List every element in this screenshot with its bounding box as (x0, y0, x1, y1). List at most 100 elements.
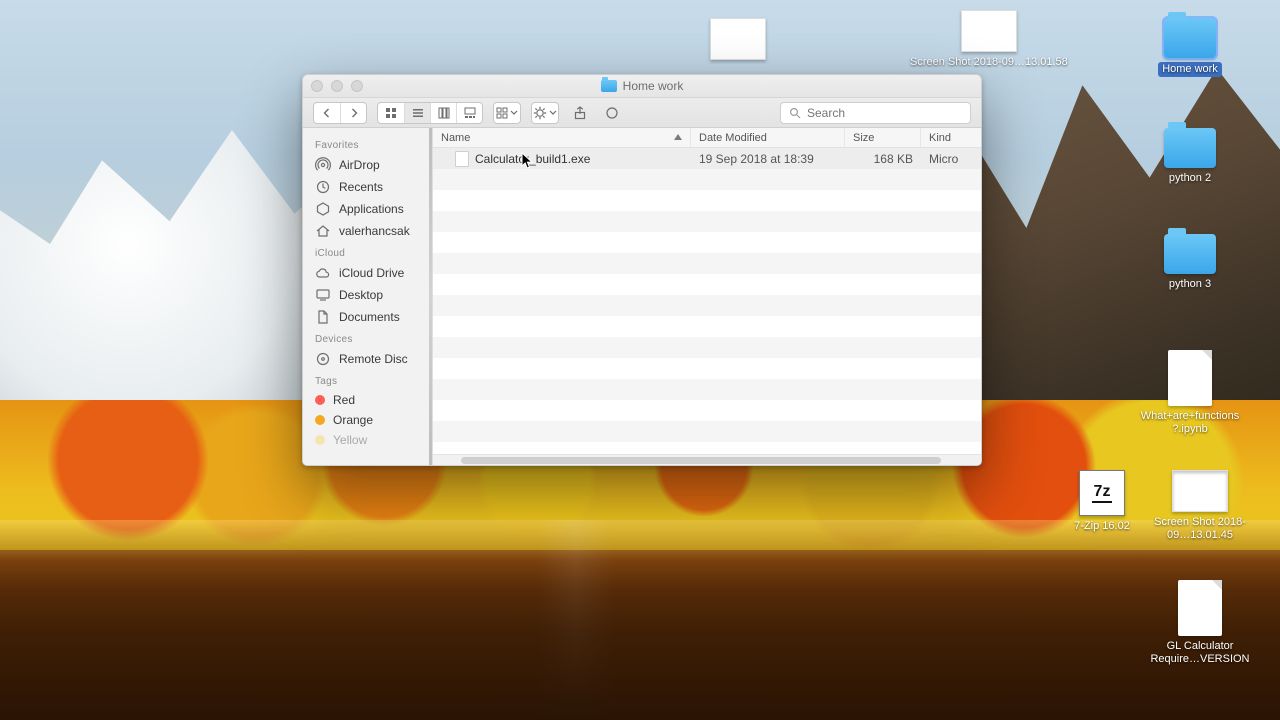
view-gallery-button[interactable] (456, 103, 482, 123)
sidebar-item-desktop[interactable]: Desktop (311, 284, 432, 306)
sidebar-item-icloud-drive[interactable]: iCloud Drive (311, 262, 432, 284)
sidebar-item-recents[interactable]: Recents (311, 176, 432, 198)
sidebar-item-label: Orange (333, 413, 373, 427)
sidebar-tag-yellow[interactable]: Yellow (311, 430, 432, 450)
desktop-icon-thumbnail[interactable]: Screen Shot 2018-09…13.01.58 (910, 10, 1068, 68)
window-titlebar[interactable]: Home work (303, 75, 981, 98)
nav-segment (313, 102, 367, 124)
column-header-kind[interactable]: Kind (921, 128, 981, 147)
sidebar-item-label: iCloud Drive (339, 266, 404, 280)
folder-icon (601, 80, 617, 92)
desktop-icon-screenshot[interactable]: Screen Shot 2018-09…13.01.45 (1150, 470, 1250, 541)
arrange-segment (493, 102, 521, 124)
sidebar-item-label: Red (333, 393, 355, 407)
sidebar-item-airdrop[interactable]: AirDrop (311, 154, 432, 176)
scrollbar-thumb[interactable] (461, 457, 941, 464)
sidebar-item-home[interactable]: valerhancsak (311, 220, 432, 242)
desktop-icon-label: 7-Zip 16.02 (1074, 520, 1130, 533)
sidebar-item-label: AirDrop (339, 158, 380, 172)
desktop-icon-label: Home work (1158, 62, 1222, 77)
file-row[interactable]: Calculator_build1.exe 19 Sep 2018 at 18:… (433, 148, 981, 169)
tag-dot-icon (315, 435, 325, 445)
zoom-traffic-light[interactable] (351, 80, 363, 92)
tags-button[interactable] (601, 102, 623, 124)
sidebar-item-label: Yellow (333, 433, 367, 447)
sidebar-tag-orange[interactable]: Orange (311, 410, 432, 430)
folder-icon (1164, 234, 1216, 274)
finder-toolbar (303, 98, 981, 128)
search-field[interactable] (780, 102, 971, 124)
desktop-icon-folder-python2[interactable]: python 2 (1140, 128, 1240, 185)
folder-icon (1164, 128, 1216, 168)
desktop-icon-file-functions[interactable]: What+are+functions?.ipynb (1140, 350, 1240, 435)
sidebar-item-label: Documents (339, 310, 400, 324)
desktop-icon (315, 287, 331, 303)
sidebar-scroll-indicator[interactable] (429, 128, 432, 465)
sort-ascending-icon (674, 134, 682, 140)
desktop-icon-folder-homework[interactable]: Home work (1140, 18, 1240, 77)
column-header-name[interactable]: Name (433, 128, 691, 147)
search-icon (789, 107, 801, 119)
cloud-icon (315, 265, 331, 281)
sidebar-item-label: Applications (339, 202, 404, 216)
file-size: 168 KB (845, 152, 921, 166)
airdrop-icon (315, 157, 331, 173)
home-icon (315, 223, 331, 239)
finder-content: Name Date Modified Size Kind Calculator_… (433, 128, 981, 465)
desktop-icon-label: Screen Shot 2018-09…13.01.58 (910, 56, 1068, 68)
sidebar-item-label: Desktop (339, 288, 383, 302)
desktop-icon-file-glcalc[interactable]: GL Calculator Require…VERSION (1150, 580, 1250, 665)
sevenzip-icon: 7z (1079, 470, 1125, 516)
action-button[interactable] (532, 103, 558, 123)
desktop-icon-label: Screen Shot 2018-09…13.01.45 (1150, 516, 1250, 541)
sidebar-item-documents[interactable]: Documents (311, 306, 432, 328)
sidebar-item-applications[interactable]: Applications (311, 198, 432, 220)
view-columns-button[interactable] (430, 103, 456, 123)
sidebar-heading-tags: Tags (315, 376, 432, 387)
sidebar-tag-red[interactable]: Red (311, 390, 432, 410)
forward-button[interactable] (340, 103, 366, 123)
sidebar-heading-icloud: iCloud (315, 248, 432, 259)
finder-sidebar[interactable]: Favorites AirDrop Recents Applications v… (303, 128, 433, 465)
screenshot-icon (710, 18, 766, 60)
desktop-icon-folder-python3[interactable]: python 3 (1140, 234, 1240, 291)
desktop-icon-label: python 3 (1169, 278, 1211, 291)
documents-icon (315, 309, 331, 325)
desktop-icon-label: GL Calculator Require…VERSION (1150, 640, 1250, 665)
column-header-date[interactable]: Date Modified (691, 128, 845, 147)
close-traffic-light[interactable] (311, 80, 323, 92)
desktop-icon-7zip[interactable]: 7z 7-Zip 16.02 (1052, 470, 1152, 533)
share-button[interactable] (569, 102, 591, 124)
column-header-size[interactable]: Size (845, 128, 921, 147)
desktop-icon-label: What+are+functions?.ipynb (1140, 410, 1240, 435)
sidebar-item-label: valerhancsak (339, 224, 410, 238)
sidebar-item-label: Remote Disc (339, 352, 408, 366)
traffic-lights (311, 80, 363, 92)
window-title-text: Home work (623, 79, 684, 93)
file-list[interactable]: Calculator_build1.exe 19 Sep 2018 at 18:… (433, 148, 981, 454)
back-button[interactable] (314, 103, 340, 123)
horizontal-scrollbar[interactable] (433, 454, 981, 465)
sidebar-item-remote-disc[interactable]: Remote Disc (311, 348, 432, 370)
tag-dot-icon (315, 415, 325, 425)
file-icon (1178, 580, 1222, 636)
column-headers: Name Date Modified Size Kind (433, 128, 981, 148)
tag-dot-icon (315, 395, 325, 405)
file-date: 19 Sep 2018 at 18:39 (691, 152, 845, 166)
arrange-button[interactable] (494, 103, 520, 123)
applications-icon (315, 201, 331, 217)
view-icons-button[interactable] (378, 103, 404, 123)
desktop-icon-thumbnail[interactable] (710, 18, 766, 60)
sidebar-heading-devices: Devices (315, 334, 432, 345)
file-icon (455, 151, 469, 167)
clock-icon (315, 179, 331, 195)
finder-window[interactable]: Home work (302, 74, 982, 466)
action-segment (531, 102, 559, 124)
search-input[interactable] (807, 106, 962, 120)
file-kind: Micro (921, 152, 981, 166)
view-list-button[interactable] (404, 103, 430, 123)
minimize-traffic-light[interactable] (331, 80, 343, 92)
disc-icon (315, 351, 331, 367)
sidebar-item-label: Recents (339, 180, 383, 194)
file-name: Calculator_build1.exe (475, 152, 590, 166)
